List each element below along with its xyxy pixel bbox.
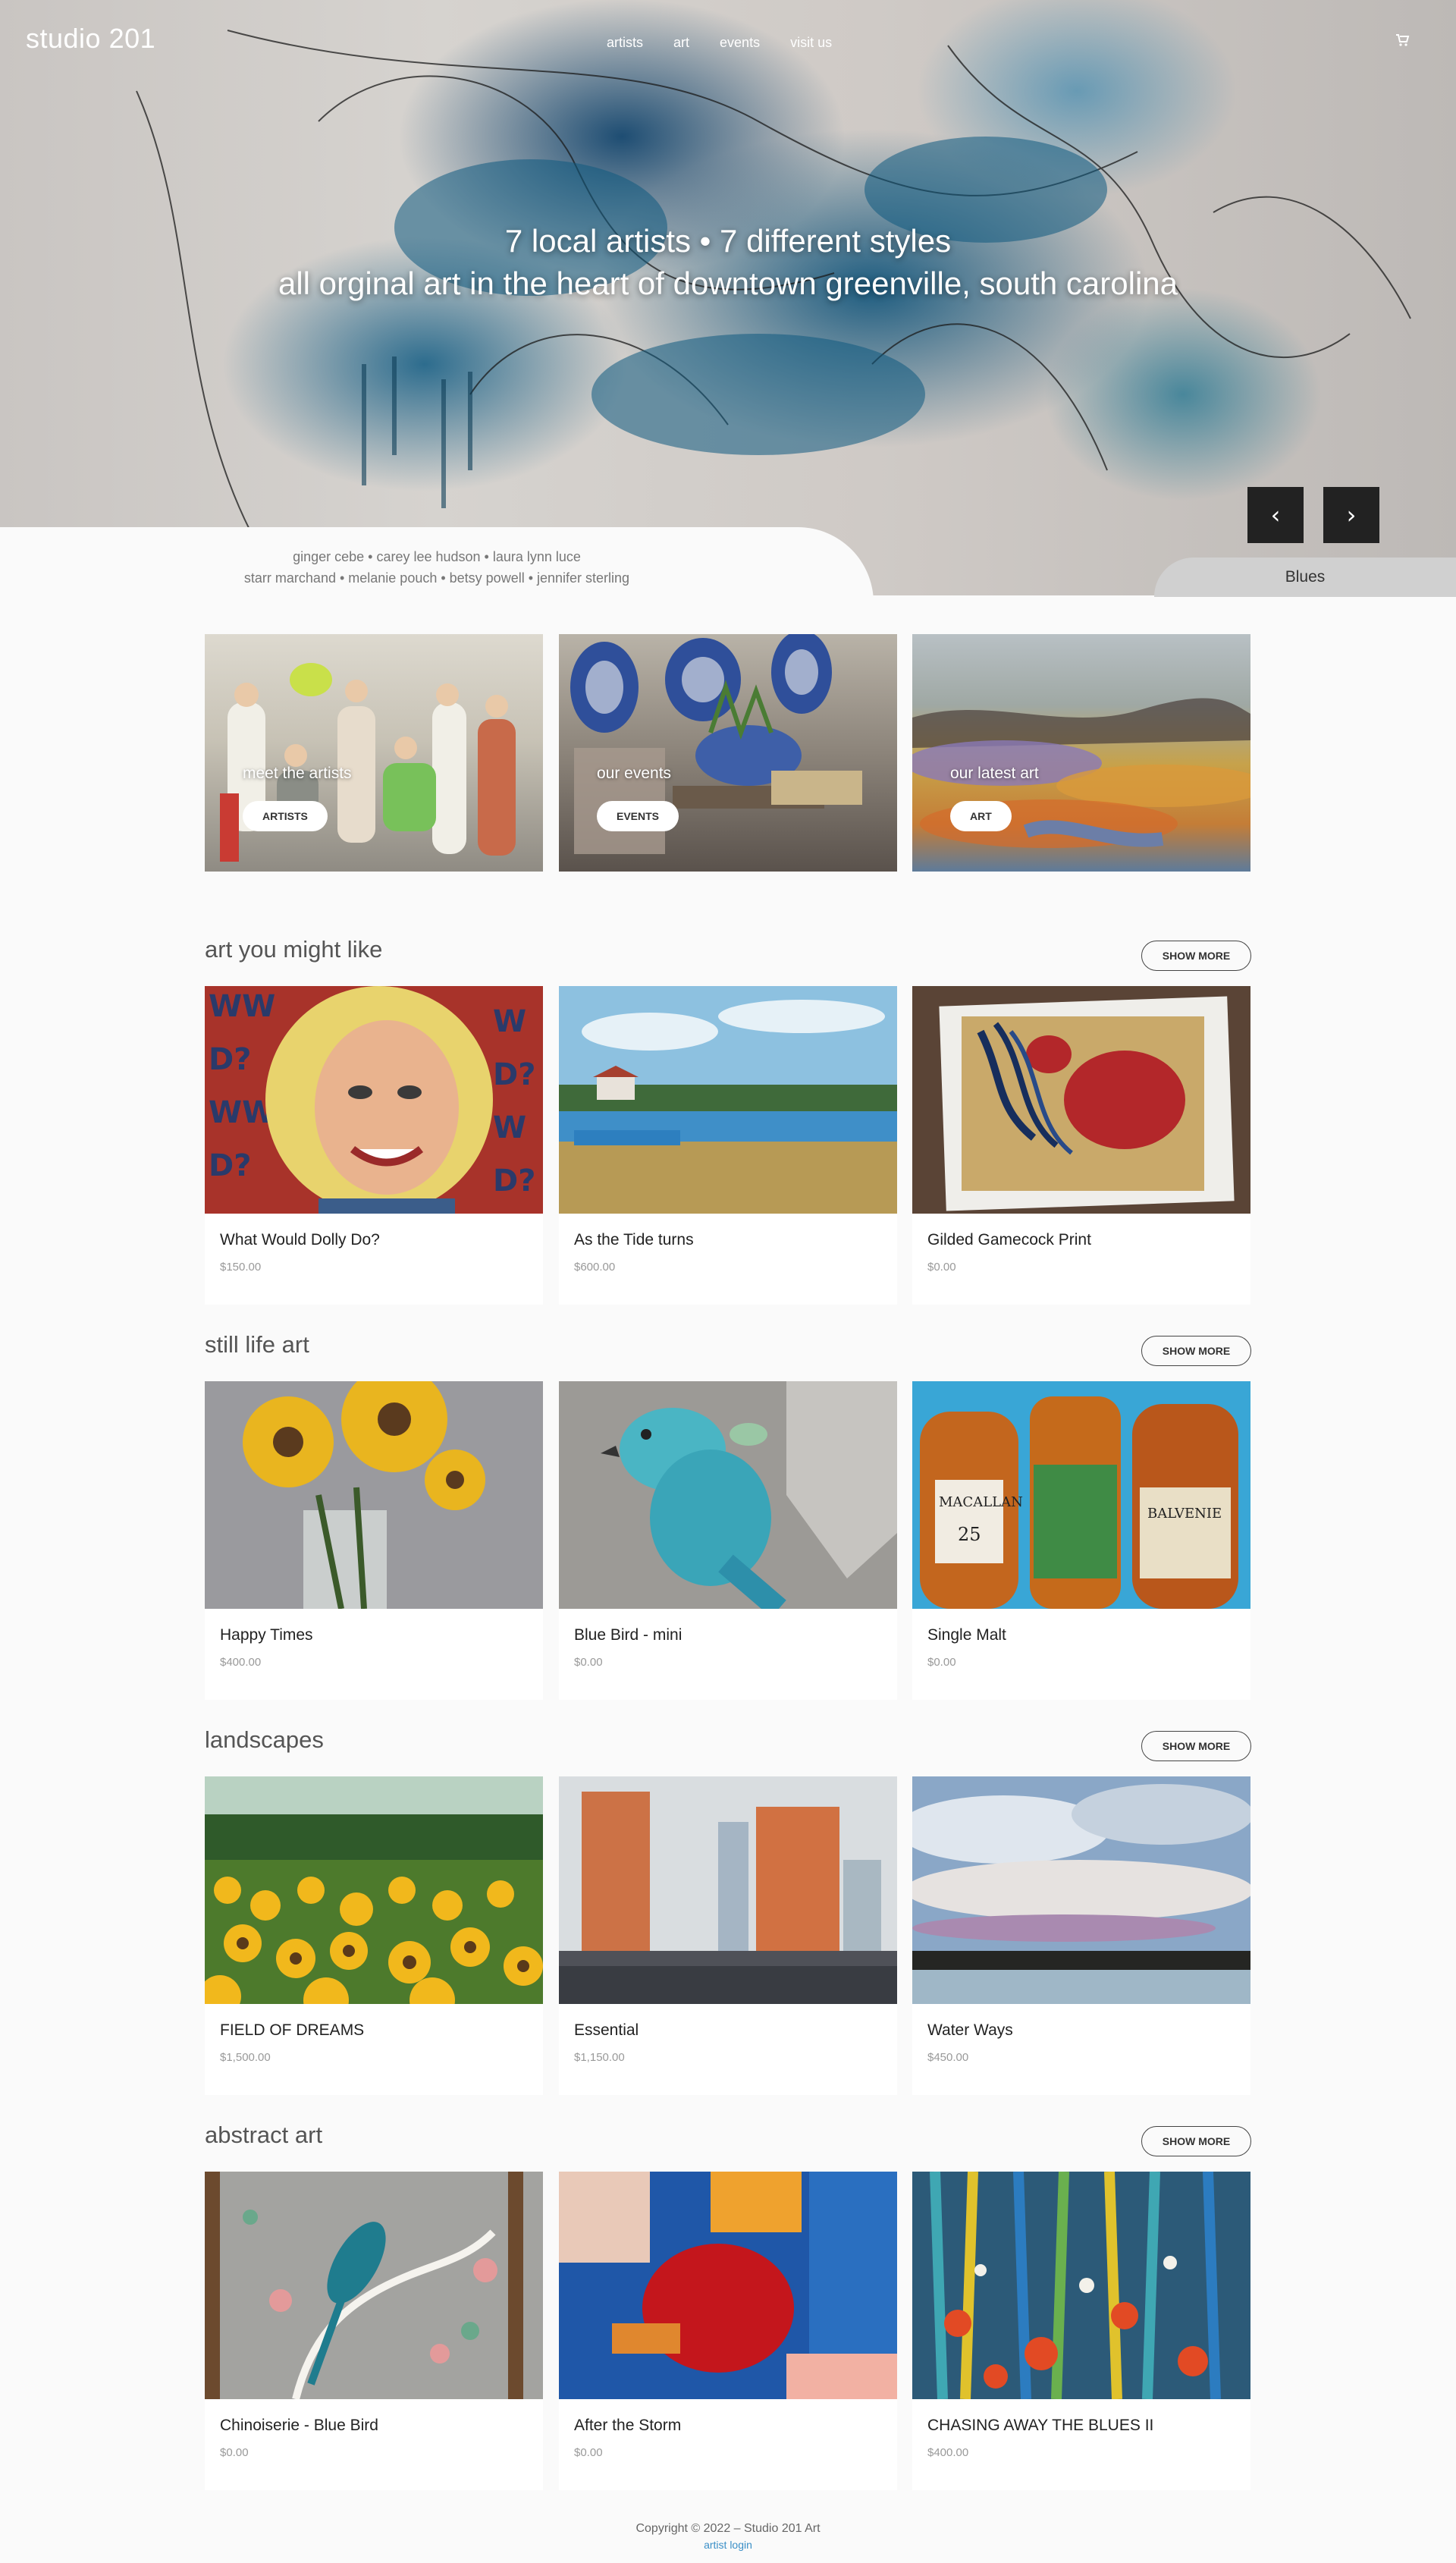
product-price: $0.00 [220, 2446, 249, 2459]
product-title[interactable]: CHASING AWAY THE BLUES II [927, 2417, 1153, 2435]
product-title[interactable]: Gilded Gamecock Print [927, 1231, 1091, 1249]
product-title[interactable]: Blue Bird - mini [574, 1626, 682, 1644]
svg-text:MACALLAN: MACALLAN [939, 1494, 1023, 1510]
product-title[interactable]: Water Ways [927, 2021, 1013, 2040]
artist-names-line-2: starr marchand • melanie pouch • betsy p… [243, 570, 630, 586]
show-more-button[interactable]: SHOW MORE [1141, 2126, 1251, 2156]
slider-prev-button[interactable]: ‹ [1247, 487, 1304, 543]
product-image[interactable] [559, 2172, 897, 2399]
nav-artists[interactable]: artists [607, 35, 643, 51]
product-image[interactable]: WW D? WW D? W D? W D? [205, 986, 543, 1214]
hero-banner: studio 201 artists art events visit us 7… [0, 0, 1456, 595]
product-price: $1,150.00 [574, 2051, 625, 2064]
product-title[interactable]: What Would Dolly Do? [220, 1231, 380, 1249]
product-image[interactable] [559, 986, 897, 1214]
site-logo[interactable]: studio 201 [26, 23, 155, 55]
product-image[interactable] [559, 1776, 897, 2004]
artist-names-line-1: ginger cebe • carey lee hudson • laura l… [293, 549, 581, 564]
product-card[interactable]: As the Tide turns $600.00 [559, 986, 897, 1305]
product-title[interactable]: FIELD OF DREAMS [220, 2021, 364, 2040]
artist-names: ginger cebe • carey lee hudson • laura l… [0, 546, 874, 589]
nav-events[interactable]: events [720, 35, 760, 51]
product-card[interactable]: MACALLAN 25 BALVENIE Single Malt $0.00 [912, 1381, 1250, 1700]
cart-icon[interactable] [1396, 34, 1410, 50]
product-card[interactable]: CHASING AWAY THE BLUES II $400.00 [912, 2172, 1250, 2490]
feature-events-label: our events [597, 765, 672, 782]
svg-text:W: W [493, 1004, 526, 1039]
product-price: $0.00 [927, 1656, 956, 1669]
art-button[interactable]: ART [950, 801, 1012, 831]
hero-tagline: 7 local artists • 7 different styles all… [0, 220, 1456, 305]
product-price: $1,500.00 [220, 2051, 271, 2064]
events-button[interactable]: EVENTS [597, 801, 679, 831]
svg-text:W: W [493, 1110, 526, 1145]
product-image[interactable] [912, 986, 1250, 1214]
hero-line-1: 7 local artists • 7 different styles [504, 223, 952, 259]
nav-art[interactable]: art [673, 35, 689, 51]
product-title[interactable]: Single Malt [927, 1626, 1006, 1644]
product-card[interactable]: Chinoiserie - Blue Bird $0.00 [205, 2172, 543, 2490]
product-image[interactable] [559, 1381, 897, 1609]
artists-button[interactable]: ARTISTS [243, 801, 328, 831]
product-title[interactable]: Chinoiserie - Blue Bird [220, 2417, 378, 2435]
feature-artists-label: meet the artists [243, 765, 352, 782]
product-title[interactable]: After the Storm [574, 2417, 681, 2435]
product-price: $600.00 [574, 1261, 616, 1274]
product-price: $150.00 [220, 1261, 262, 1274]
copyright-text: Copyright © 2022 – Studio 201 Art [635, 2522, 821, 2535]
product-card[interactable]: Blue Bird - mini $0.00 [559, 1381, 897, 1700]
product-card[interactable]: Gilded Gamecock Print $0.00 [912, 986, 1250, 1305]
product-title[interactable]: Happy Times [220, 1626, 313, 1644]
product-price: $400.00 [220, 1656, 262, 1669]
product-price: $400.00 [927, 2446, 969, 2459]
product-price: $0.00 [574, 2446, 603, 2459]
product-image[interactable] [912, 2172, 1250, 2399]
product-title[interactable]: Essential [574, 2021, 639, 2040]
product-card[interactable]: FIELD OF DREAMS $1,500.00 [205, 1776, 543, 2095]
product-price: $0.00 [574, 1656, 603, 1669]
product-image[interactable] [205, 1381, 543, 1609]
slider-next-button[interactable]: › [1323, 487, 1379, 543]
product-price: $450.00 [927, 2051, 969, 2064]
hero-line-2: all orginal art in the heart of downtown… [278, 265, 1178, 301]
feature-events-image [570, 634, 862, 854]
product-title[interactable]: As the Tide turns [574, 1231, 694, 1249]
section-title-art-you-might-like: art you might like [205, 936, 383, 963]
feature-latest-art-label: our latest art [950, 765, 1039, 782]
feature-artists[interactable]: meet the artists ARTISTS [205, 634, 543, 872]
product-image[interactable] [912, 1776, 1250, 2004]
svg-text:D?: D? [209, 1042, 251, 1077]
product-image[interactable] [205, 1776, 543, 2004]
product-image[interactable]: MACALLAN 25 BALVENIE [912, 1381, 1250, 1609]
section-title-still-life-art: still life art [205, 1331, 309, 1358]
show-more-button[interactable]: SHOW MORE [1141, 1336, 1251, 1366]
section-title-landscapes: landscapes [205, 1726, 324, 1753]
show-more-button[interactable]: SHOW MORE [1141, 941, 1251, 971]
show-more-button[interactable]: SHOW MORE [1141, 1731, 1251, 1761]
svg-text:D?: D? [493, 1057, 535, 1092]
product-card[interactable]: Water Ways $450.00 [912, 1776, 1250, 2095]
product-card[interactable]: After the Storm $0.00 [559, 2172, 897, 2490]
product-card[interactable]: WW D? WW D? W D? W D? What Would Dolly Do? $150… [205, 986, 543, 1305]
section-title-abstract-art: abstract art [205, 2122, 323, 2148]
feature-latest-art[interactable]: our latest art ART [912, 634, 1250, 872]
product-card[interactable]: Essential $1,150.00 [559, 1776, 897, 2095]
feature-events[interactable]: our events EVENTS [559, 634, 897, 872]
feature-artists-image [220, 663, 516, 862]
product-card[interactable]: Happy Times $400.00 [205, 1381, 543, 1700]
main-nav: artists art events visit us [607, 35, 832, 51]
svg-text:D?: D? [493, 1164, 535, 1198]
feature-latest-art-image [912, 698, 1250, 848]
product-image[interactable] [205, 2172, 543, 2399]
svg-text:WW: WW [209, 989, 275, 1024]
svg-text:BALVENIE: BALVENIE [1147, 1506, 1222, 1522]
svg-text:D?: D? [209, 1148, 251, 1183]
product-price: $0.00 [927, 1261, 956, 1274]
footer: Copyright © 2022 – Studio 201 Art artist… [0, 2522, 1456, 2551]
nav-visit-us[interactable]: visit us [790, 35, 832, 51]
slide-title: Blues [1154, 558, 1456, 597]
artist-login-link[interactable]: artist login [0, 2539, 1456, 2551]
svg-text:25: 25 [958, 1524, 981, 1545]
